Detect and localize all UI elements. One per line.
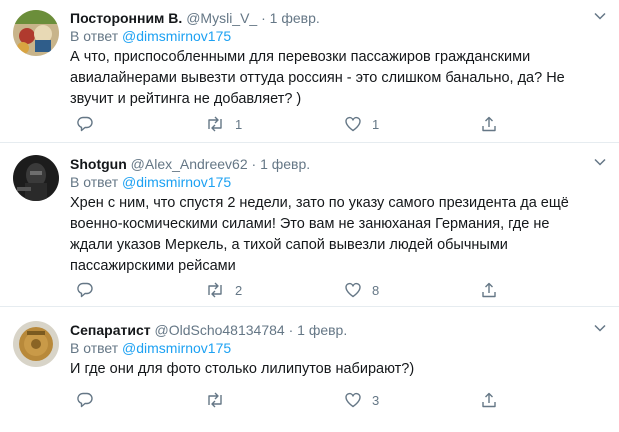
avatar[interactable] [13, 321, 59, 367]
reply-button[interactable] [76, 391, 104, 409]
like-button[interactable]: 8 [344, 281, 379, 299]
like-icon [344, 391, 362, 409]
retweet-button[interactable] [205, 391, 235, 409]
share-button[interactable] [480, 281, 498, 299]
reply-context: В ответ @dimsmirnov175 [70, 173, 607, 191]
timestamp[interactable]: 1 февр. [260, 156, 310, 172]
tweet-header: Посторонним В. @Mysli_V_ · 1 февр. [70, 9, 607, 27]
retweet-button[interactable]: 2 [205, 281, 242, 299]
like-count: 8 [372, 282, 380, 298]
like-icon [344, 115, 362, 133]
reply-mention-link[interactable]: @dimsmirnov175 [122, 28, 231, 44]
separator-dot: · [251, 156, 257, 172]
reply-prefix: В ответ [70, 28, 119, 44]
author-name[interactable]: Shotgun [70, 156, 127, 172]
author-name[interactable]: Сепаратист [70, 322, 151, 338]
reply-mention-link[interactable]: @dimsmirnov175 [122, 340, 231, 356]
retweet-icon [205, 281, 225, 299]
retweet-icon [205, 391, 225, 409]
share-icon [480, 115, 498, 133]
chevron-down-icon[interactable] [593, 321, 607, 335]
tweet-text: А что, приспособленными для перевозки па… [70, 49, 565, 107]
separator-dot: · [288, 322, 294, 338]
author-handle[interactable]: @Mysli_V_ [186, 10, 257, 26]
retweet-button[interactable]: 1 [205, 115, 242, 133]
retweet-count: 2 [235, 282, 243, 298]
reply-prefix: В ответ [70, 174, 119, 190]
share-button[interactable] [480, 115, 498, 133]
retweet-icon [205, 115, 225, 133]
tweet-header: Shotgun @Alex_Andreev62 · 1 февр. [70, 155, 607, 173]
reply-button[interactable] [76, 115, 104, 133]
tweet[interactable]: Посторонним В. @Mysli_V_ · 1 февр. В отв… [0, 0, 619, 143]
tweet[interactable]: Shotgun @Alex_Andreev62 · 1 февр. В отве… [0, 143, 619, 307]
chevron-down-icon[interactable] [593, 9, 607, 23]
share-icon [480, 391, 498, 409]
author-handle[interactable]: @Alex_Andreev62 [131, 156, 248, 172]
avatar[interactable] [13, 155, 59, 201]
share-icon [480, 281, 498, 299]
tweet-actions: 1 1 [70, 115, 510, 135]
like-button[interactable]: 3 [344, 391, 379, 409]
tweet-text: Хрен с ним, что спустя 2 недели, зато по… [70, 195, 569, 274]
timestamp[interactable]: 1 февр. [270, 10, 320, 26]
tweet[interactable]: Сепаратист @OldScho48134784 · 1 февр. В … [0, 307, 619, 432]
reply-prefix: В ответ [70, 340, 119, 356]
retweet-count: 1 [235, 116, 243, 132]
tweet-text: И где они для фото столько лилипутов наб… [70, 361, 415, 377]
like-count: 1 [372, 116, 380, 132]
author-name[interactable]: Посторонним В. [70, 10, 182, 26]
chevron-down-icon[interactable] [593, 155, 607, 169]
like-count: 3 [372, 392, 380, 408]
tweet-header: Сепаратист @OldScho48134784 · 1 февр. [70, 321, 607, 339]
reply-mention-link[interactable]: @dimsmirnov175 [122, 174, 231, 190]
share-button[interactable] [480, 391, 498, 409]
tweet-actions: 3 [70, 391, 510, 411]
reply-context: В ответ @dimsmirnov175 [70, 339, 607, 357]
reply-icon [76, 115, 94, 133]
reply-button[interactable] [76, 281, 104, 299]
reply-icon [76, 391, 94, 409]
avatar[interactable] [13, 10, 59, 56]
reply-icon [76, 281, 94, 299]
reply-context: В ответ @dimsmirnov175 [70, 27, 607, 45]
like-icon [344, 281, 362, 299]
separator-dot: · [261, 10, 266, 26]
author-handle[interactable]: @OldScho48134784 [154, 322, 284, 338]
tweet-actions: 2 8 [70, 281, 510, 301]
like-button[interactable]: 1 [344, 115, 379, 133]
timestamp[interactable]: 1 февр. [297, 322, 347, 338]
